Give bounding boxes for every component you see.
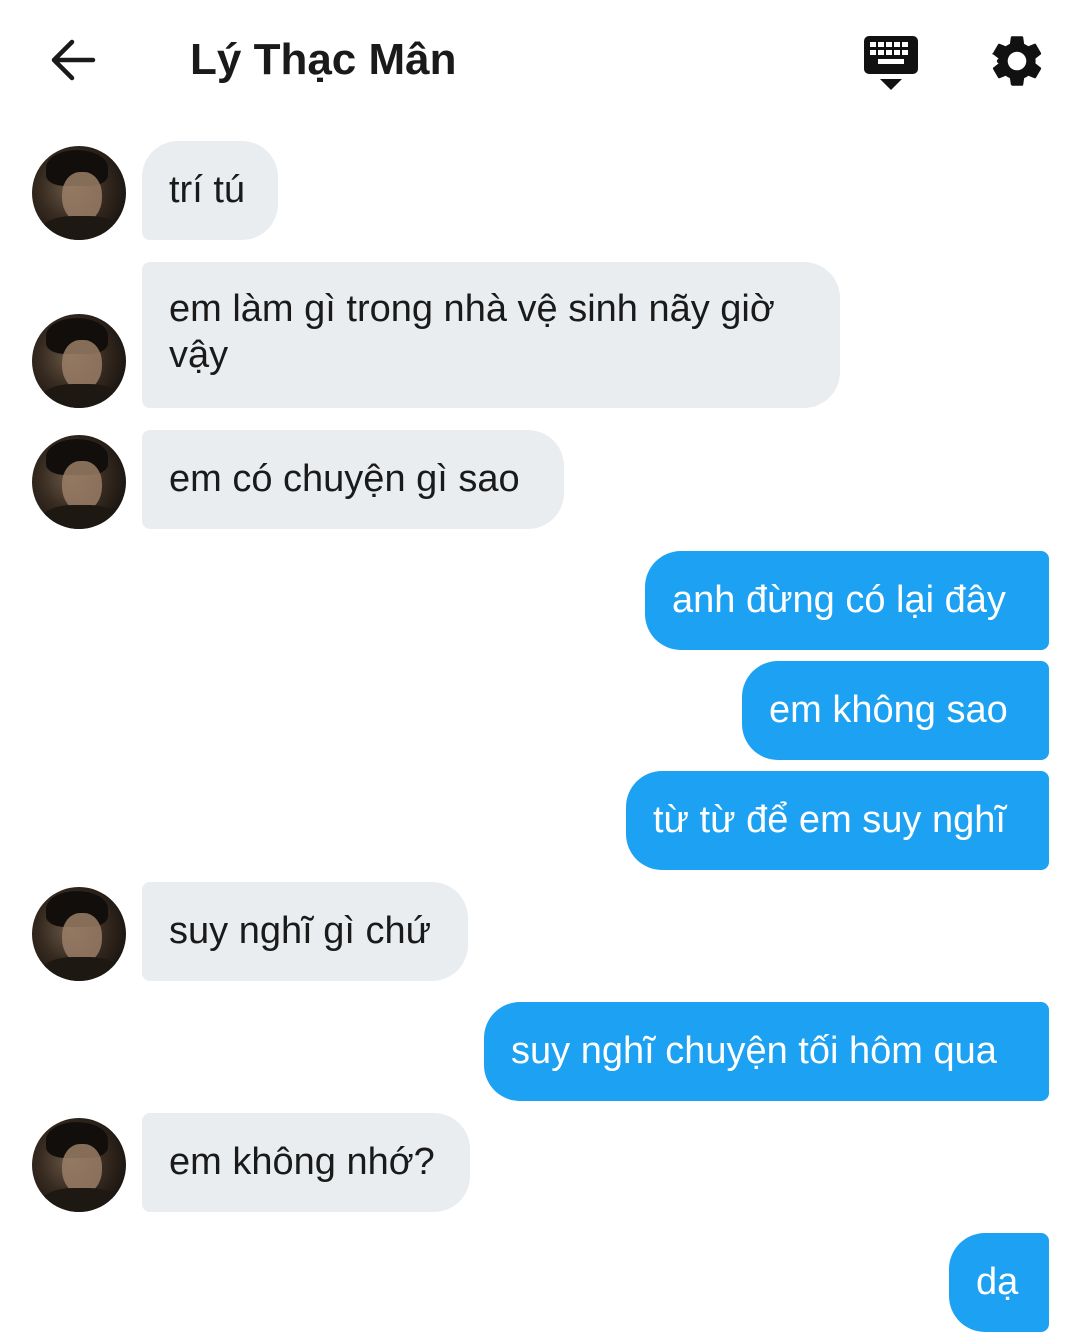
- gear-icon: [992, 36, 1042, 86]
- message-bubble-outgoing[interactable]: suy nghĩ chuyện tối hôm qua: [484, 1002, 1049, 1101]
- message-bubble-incoming[interactable]: em làm gì trong nhà vệ sinh nãy giờ vậy: [142, 262, 840, 408]
- message-bubble-outgoing[interactable]: anh đừng có lại đây: [645, 551, 1049, 650]
- avatar[interactable]: [32, 1118, 126, 1212]
- avatar[interactable]: [32, 146, 126, 240]
- chat-header: Lý Thạc Mân: [0, 0, 1080, 120]
- message-bubble-outgoing[interactable]: dạ: [949, 1233, 1049, 1332]
- avatar[interactable]: [32, 314, 126, 408]
- back-button[interactable]: [38, 30, 108, 90]
- message-bubble-outgoing[interactable]: em không sao: [742, 661, 1049, 760]
- arrow-left-icon: [51, 39, 96, 81]
- message-bubble-incoming[interactable]: trí tú: [142, 141, 278, 240]
- settings-button[interactable]: [986, 30, 1048, 92]
- chat-screen: Lý Thạc Mân trí tú em làm gì trong nhà v…: [0, 0, 1080, 1338]
- avatar[interactable]: [32, 435, 126, 529]
- message-bubble-incoming[interactable]: em có chuyện gì sao: [142, 430, 564, 529]
- avatar[interactable]: [32, 887, 126, 981]
- keyboard-toggle-button[interactable]: [858, 30, 924, 92]
- message-bubble-outgoing[interactable]: từ từ để em suy nghĩ: [626, 771, 1049, 870]
- keyboard-hide-icon: [864, 36, 918, 90]
- message-bubble-incoming[interactable]: suy nghĩ gì chứ: [142, 882, 468, 981]
- page-title: Lý Thạc Mân: [190, 35, 457, 84]
- message-bubble-incoming[interactable]: em không nhớ?: [142, 1113, 470, 1212]
